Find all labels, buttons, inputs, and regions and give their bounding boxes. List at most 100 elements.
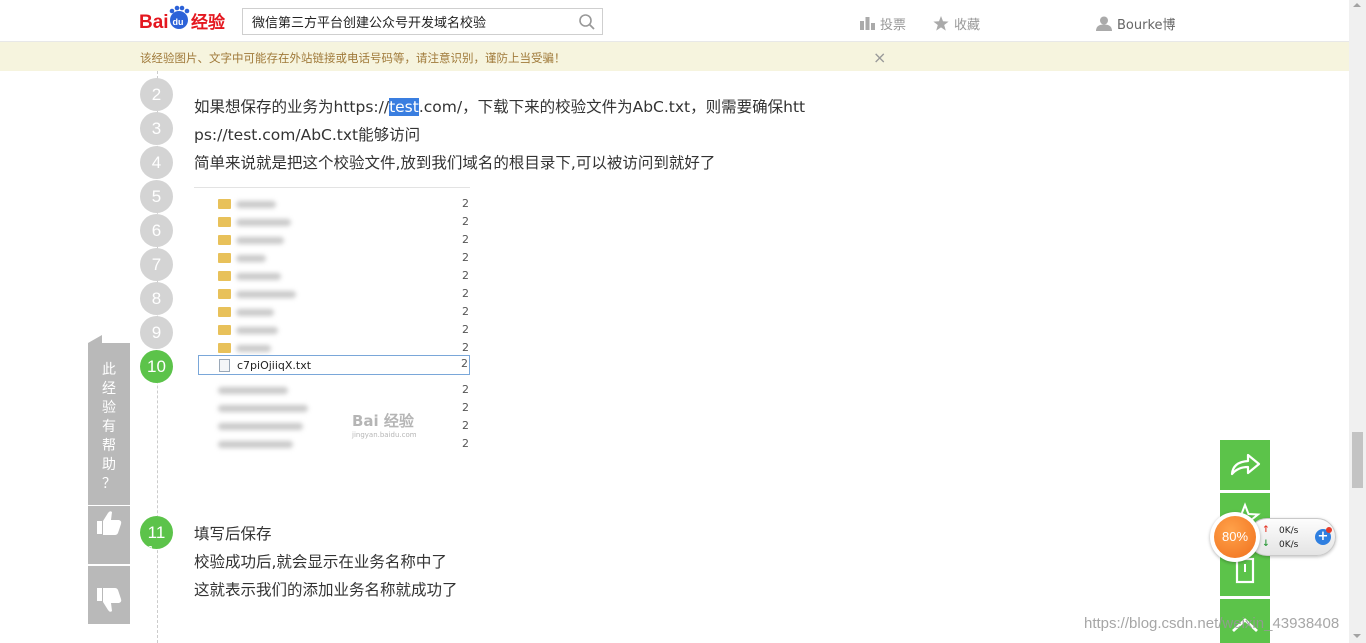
share-button[interactable]	[1220, 440, 1270, 490]
step-text: 校验成功后,就会显示在业务名称中了	[194, 553, 447, 571]
upload-arrow-icon: ↑	[1262, 525, 1270, 535]
file-row: 2	[214, 286, 470, 302]
notice-text: 该经验图片、文字中可能存在外站链接或电话号码等，请注意识别，谨防上当受骗！	[140, 51, 566, 65]
blurred-name	[236, 309, 274, 316]
blurred-name	[236, 237, 284, 244]
panel-fold	[88, 335, 102, 343]
favorite-button[interactable]: 收藏	[933, 14, 980, 33]
folder-icon	[218, 343, 231, 353]
download-arrow-icon: ↓	[1262, 539, 1270, 549]
scroll-up-arrow-icon[interactable]	[1353, 3, 1361, 7]
search-input[interactable]	[243, 9, 563, 34]
file-name: c7piOjiiqX.txt	[237, 359, 312, 372]
step-badge[interactable]: 6	[140, 214, 173, 247]
blurred-name	[236, 273, 281, 280]
page: Bai du 经验 投票 收藏	[0, 0, 1366, 643]
file-row: 2	[214, 232, 470, 248]
svg-text:du: du	[173, 17, 184, 27]
folder-icon	[218, 199, 231, 209]
user-menu[interactable]: Bourke博	[1096, 14, 1176, 33]
step-badge[interactable]: 4	[140, 146, 173, 179]
file-row: 2	[214, 304, 470, 320]
file-date: 2	[462, 269, 469, 282]
text-segment: .com/，下载下来的校验文件为AbC.txt，则需要确保htt	[418, 98, 806, 116]
network-speed-widget[interactable]: ↑ ↓ 0K/s 0K/s +	[1248, 518, 1336, 556]
helpful-title-char: 助	[102, 457, 116, 473]
file-date: 2	[462, 323, 469, 336]
search-icon[interactable]	[578, 13, 596, 31]
selected-text: test	[389, 98, 419, 116]
download-speed: 0K/s	[1279, 540, 1299, 550]
step-badge-current[interactable]: 10	[140, 350, 173, 383]
file-date: 2	[462, 419, 469, 432]
step-text: 这就表示我们的添加业务名称就成功了	[194, 581, 458, 599]
memory-usage-ball[interactable]: 80%	[1210, 512, 1260, 562]
blurred-name	[218, 441, 293, 448]
helpful-title: 此 经 验 有 帮 助 ？	[88, 361, 130, 494]
file-row: 2	[214, 382, 470, 398]
favorite-label: 收藏	[954, 18, 981, 33]
file-date: 2	[462, 251, 469, 264]
folder-icon	[218, 271, 231, 281]
file-row: 2	[214, 418, 470, 434]
top-header: Bai du 经验 投票 收藏	[0, 0, 1349, 42]
file-date: 2	[462, 215, 469, 228]
file-date: 2	[462, 233, 469, 246]
selected-file-row[interactable]: c7piOjiiqX.txt 2	[198, 355, 470, 375]
blurred-name	[236, 327, 278, 334]
svg-text:经验: 经验	[191, 12, 226, 33]
blurred-name	[236, 345, 271, 352]
image-watermark: Bai 经验 jingyan.baidu.com	[352, 410, 417, 439]
step-badge[interactable]: 5	[140, 180, 173, 213]
folder-icon	[218, 253, 231, 263]
search-box[interactable]	[242, 8, 603, 35]
vertical-scrollbar[interactable]	[1349, 0, 1366, 643]
step-badge[interactable]: 7	[140, 248, 173, 281]
scroll-down-arrow-icon[interactable]	[1353, 634, 1361, 638]
step-image[interactable]: 2 2 2 2 2 2 2 2 2 c7piOjiiqX.txt 2 2 2 2…	[194, 187, 470, 461]
file-row: 2	[214, 214, 470, 230]
step-badge[interactable]: 3	[140, 112, 173, 145]
file-date: 2	[462, 341, 469, 354]
helpful-panel: 此 经 验 有 帮 助 ？	[88, 335, 130, 505]
step-badge[interactable]: 8	[140, 282, 173, 315]
file-date: 2	[462, 197, 469, 210]
vote-button[interactable]: 投票	[860, 14, 906, 33]
blurred-name	[218, 423, 303, 430]
helpful-title-char: 有	[102, 419, 116, 435]
vote-label: 投票	[880, 18, 907, 33]
user-name: Bourke博	[1117, 18, 1176, 33]
helpful-title-char: 此	[102, 362, 116, 378]
upload-speed: 0K/s	[1279, 526, 1299, 536]
memory-percent: 80%	[1214, 516, 1256, 558]
file-row: 2	[214, 436, 470, 452]
share-icon	[1230, 453, 1261, 476]
text-segment: 如果想保存的业务为https://	[194, 98, 390, 116]
file-row: 2	[214, 322, 470, 338]
file-date: 2	[461, 357, 468, 370]
scrollbar-thumb[interactable]	[1352, 432, 1363, 488]
thumbs-up-button[interactable]: 1	[88, 506, 155, 564]
blurred-name	[236, 255, 266, 262]
blurred-name	[236, 201, 276, 208]
blurred-name	[218, 405, 308, 412]
folder-icon	[218, 307, 231, 317]
close-icon[interactable]: ×	[873, 48, 886, 67]
file-row: 2	[214, 250, 470, 266]
bar-chart-icon	[860, 17, 875, 30]
baidu-jingyan-logo[interactable]: Bai du 经验	[139, 5, 233, 35]
like-count: 1	[147, 544, 155, 557]
watermark-subtext: jingyan.baidu.com	[352, 431, 417, 439]
step-text: 填写后保存	[194, 525, 272, 543]
blurred-name	[236, 219, 291, 226]
step-badge[interactable]: 9	[140, 316, 173, 349]
file-date: 2	[462, 305, 469, 318]
file-date: 2	[462, 287, 469, 300]
folder-icon	[218, 289, 231, 299]
step-badge[interactable]: 2	[140, 78, 173, 111]
watermark-text: Bai 经验	[352, 412, 414, 430]
notification-dot	[1326, 527, 1332, 533]
folder-icon	[218, 325, 231, 335]
thumbs-down-button[interactable]	[88, 566, 130, 624]
step-text: 如果想保存的业务为https://test.com/，下载下来的校验文件为AbC…	[194, 95, 805, 117]
